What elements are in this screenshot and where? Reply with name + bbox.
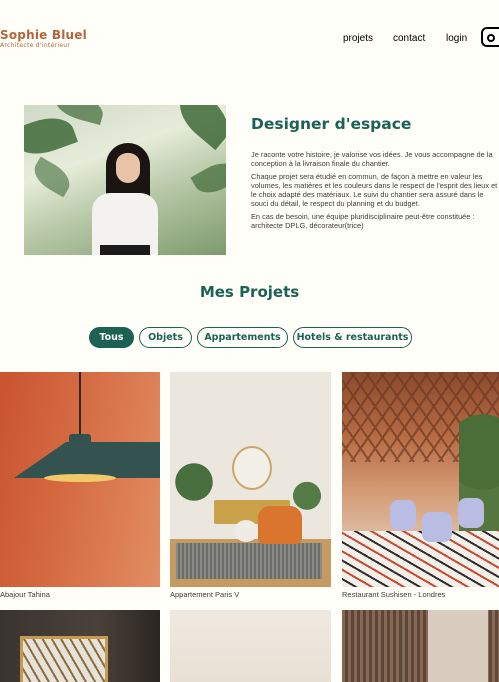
instagram-icon[interactable] (481, 27, 499, 47)
project-caption: Restaurant Sushisen - Londres (342, 590, 446, 599)
project-image-apartment[interactable] (170, 372, 331, 587)
brand-subtitle: Architecte d'intérieur (0, 42, 71, 49)
project-image[interactable] (342, 610, 499, 682)
project-image[interactable] (0, 610, 160, 682)
intro-paragraph: En cas de besoin, une équipe pluridiscip… (251, 212, 475, 230)
brand-name: Sophie Bluel (0, 28, 87, 42)
nav-contact[interactable]: contact (393, 33, 425, 44)
profile-photo (24, 105, 226, 255)
project-image[interactable] (170, 610, 331, 682)
logo[interactable]: Sophie Bluel Architecte d'intérieur (0, 29, 87, 50)
intro-text: Je raconte votre histoire, je valorise v… (251, 150, 499, 236)
nav-login[interactable]: login (446, 33, 467, 44)
project-image-lamp[interactable] (0, 372, 160, 587)
nav-projets[interactable]: projets (343, 33, 373, 44)
header: Sophie Bluel Architecte d'intérieur proj… (0, 0, 499, 80)
project-image-restaurant[interactable] (342, 372, 499, 587)
filter-hotels-restaurants[interactable]: Hotels & restaurants (293, 327, 412, 348)
intro-paragraph: Je raconte votre histoire, je valorise v… (251, 150, 493, 168)
projects-title: Mes Projets (199, 283, 300, 301)
intro-paragraph: Chaque projet sera étudié en commun, de … (251, 172, 498, 208)
intro-title: Designer d'espace (251, 115, 412, 133)
filter-tous[interactable]: Tous (89, 327, 134, 348)
project-caption: Appartement Paris V (170, 590, 240, 599)
filter-objets[interactable]: Objets (139, 327, 192, 348)
filter-appartements[interactable]: Appartements (197, 327, 288, 348)
project-caption: Abajour Tahina (0, 590, 50, 599)
